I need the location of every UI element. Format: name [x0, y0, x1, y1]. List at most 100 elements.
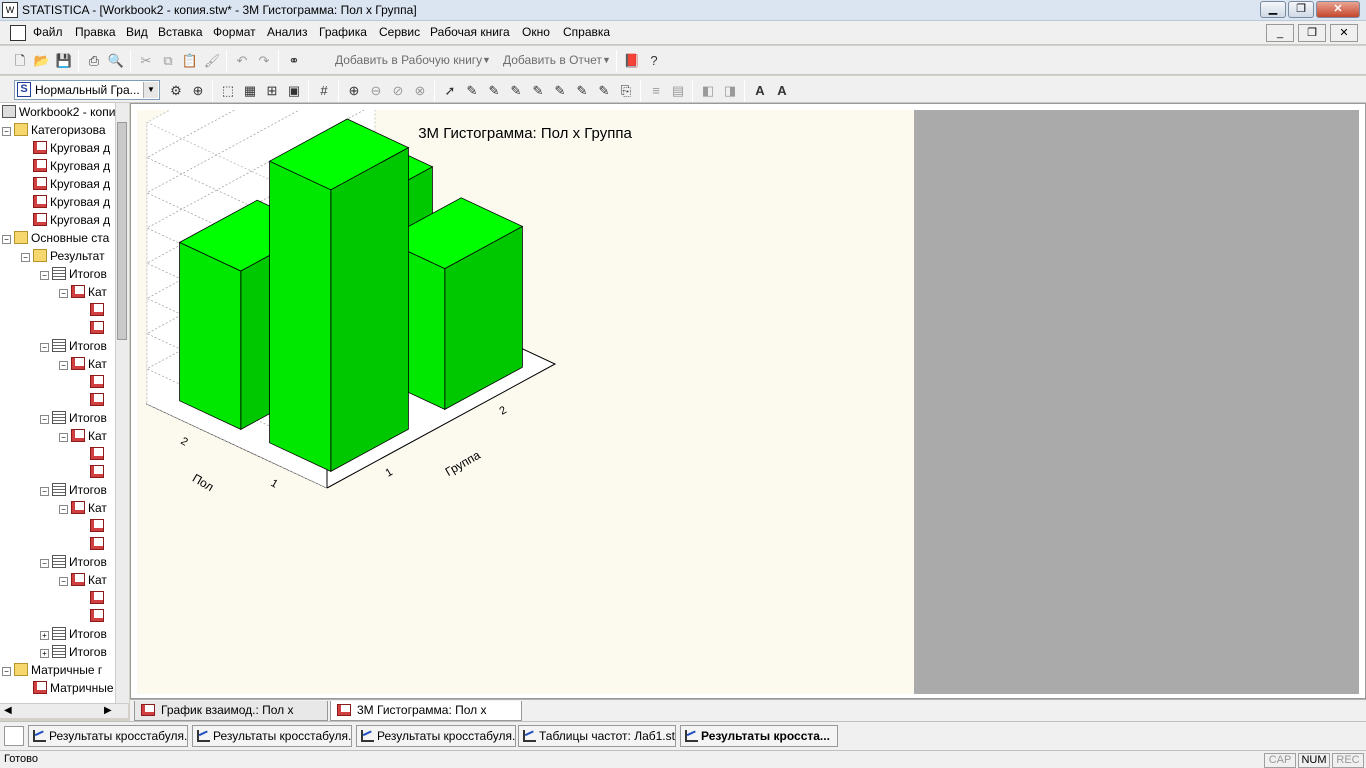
tree-node[interactable]: − Кат: [0, 355, 127, 373]
tree-node[interactable]: [0, 301, 127, 319]
tree-node[interactable]: [0, 319, 127, 337]
tree-node[interactable]: − Основные ста: [0, 229, 127, 247]
collapse-icon[interactable]: −: [59, 505, 68, 514]
zoom-out-icon[interactable]: ⊖: [366, 81, 386, 101]
tree-node[interactable]: [0, 391, 127, 409]
tree-node[interactable]: − Итогов: [0, 409, 127, 427]
add-to-workbook-button[interactable]: Добавить в Рабочую книгу: [335, 53, 482, 67]
bring-front-icon[interactable]: ◧: [698, 81, 718, 101]
tree-node[interactable]: [0, 607, 127, 625]
graph-options-icon[interactable]: ⚙: [166, 81, 186, 101]
collapse-icon[interactable]: −: [40, 271, 49, 280]
menu-item[interactable]: Вставка: [158, 25, 203, 39]
tree-node[interactable]: − Кат: [0, 283, 127, 301]
mdi-close-button[interactable]: ✕: [1330, 24, 1358, 42]
add-graph-icon[interactable]: ⊞: [262, 81, 282, 101]
tree-node[interactable]: + Итогов: [0, 643, 127, 661]
redo-icon[interactable]: ↷: [254, 51, 274, 71]
tree-node[interactable]: Workbook2 - копи: [0, 103, 127, 121]
zoom-reset-icon[interactable]: ⊘: [388, 81, 408, 101]
tree-node[interactable]: [0, 517, 127, 535]
taskbar-window-button[interactable]: Таблицы частот: Лаб1.st...: [518, 725, 676, 747]
mdi-restore-button[interactable]: ❐: [1298, 24, 1326, 42]
tree-node[interactable]: − Кат: [0, 427, 127, 445]
rect-tool-icon[interactable]: ✎: [528, 81, 548, 101]
menu-item[interactable]: Правка: [75, 25, 116, 39]
histogram-3d-chart[interactable]: 10203040506070Число набл.3М Гистограмма:…: [137, 0, 914, 694]
collapse-icon[interactable]: −: [40, 343, 49, 352]
paste-icon[interactable]: 📋: [180, 51, 200, 71]
maximize-button[interactable]: ❐: [1288, 1, 1314, 18]
zoom-in-icon[interactable]: ⊕: [344, 81, 364, 101]
minimize-button[interactable]: ▁: [1260, 1, 1286, 18]
collapse-icon[interactable]: −: [40, 487, 49, 496]
menu-item[interactable]: Файл: [33, 25, 63, 39]
tree-node[interactable]: − Матричные г: [0, 661, 127, 679]
graph-window-icon[interactable]: ▣: [284, 81, 304, 101]
collapse-icon[interactable]: −: [59, 361, 68, 370]
copy-icon[interactable]: ⧉: [158, 51, 178, 71]
tree-node[interactable]: − Итогов: [0, 337, 127, 355]
pointer-icon[interactable]: ➚: [440, 81, 460, 101]
embed-object-icon[interactable]: ⎘: [616, 81, 636, 101]
menu-item[interactable]: Графика: [319, 25, 367, 39]
arrow-tool-icon[interactable]: ✎: [506, 81, 526, 101]
tree-node[interactable]: − Результат: [0, 247, 127, 265]
menu-item[interactable]: Анализ: [267, 25, 308, 39]
print-preview-icon[interactable]: 🔍: [106, 51, 126, 71]
font-increase-icon[interactable]: A: [750, 81, 770, 101]
collapse-icon[interactable]: −: [2, 127, 11, 136]
tree-node[interactable]: Круговая д: [0, 139, 127, 157]
send-back-icon[interactable]: ◨: [720, 81, 740, 101]
chevron-down-icon[interactable]: ▼: [602, 55, 611, 65]
tree-horizontal-scrollbar[interactable]: ◀ ▶: [0, 703, 128, 718]
tab-interaction-graph[interactable]: График взаимод.: Пол х Группа: [134, 701, 328, 735]
tree-node[interactable]: [0, 373, 127, 391]
new-document-icon[interactable]: 🗋: [10, 51, 30, 71]
taskbar-window-button[interactable]: Результаты кросстабуля...: [356, 725, 516, 747]
menu-item[interactable]: Формат: [213, 25, 256, 39]
expand-icon[interactable]: +: [40, 631, 49, 640]
undo-icon[interactable]: ↶: [232, 51, 252, 71]
graph-window[interactable]: 10203040506070Число набл.3М Гистограмма:…: [137, 0, 914, 694]
add-to-report-button[interactable]: Добавить в Отчет: [503, 53, 602, 67]
find-binoculars-icon[interactable]: ⚭: [284, 51, 304, 71]
close-button[interactable]: ✕: [1316, 1, 1360, 18]
taskbar-window-button[interactable]: Результаты кросстабуля...: [28, 725, 188, 747]
ellipse-tool-icon[interactable]: ✎: [550, 81, 570, 101]
tree-node[interactable]: Круговая д: [0, 175, 127, 193]
mdi-minimize-button[interactable]: _: [1266, 24, 1294, 42]
tree-node[interactable]: − Кат: [0, 571, 127, 589]
brush-icon[interactable]: ⊗: [410, 81, 430, 101]
line-tool-icon[interactable]: ✎: [484, 81, 504, 101]
collapse-icon[interactable]: −: [40, 559, 49, 568]
line-style-icon[interactable]: ≡: [646, 81, 666, 101]
menu-item[interactable]: Сервис: [379, 25, 420, 39]
print-icon[interactable]: ⎙: [84, 51, 104, 71]
fill-pattern-icon[interactable]: ▤: [668, 81, 688, 101]
collapse-icon[interactable]: −: [59, 289, 68, 298]
open-folder-icon[interactable]: 📂: [32, 51, 52, 71]
tree-node[interactable]: − Итогов: [0, 553, 127, 571]
format-painter-icon[interactable]: 🖌: [202, 51, 222, 71]
tree-node[interactable]: + Итогов: [0, 625, 127, 643]
tree-node[interactable]: Круговая д: [0, 211, 127, 229]
menu-item[interactable]: Окно: [522, 25, 550, 39]
zoom-graph-icon[interactable]: ⊕: [188, 81, 208, 101]
collapse-icon[interactable]: −: [2, 667, 11, 676]
collapse-icon[interactable]: −: [21, 253, 30, 262]
collapse-icon[interactable]: −: [40, 415, 49, 424]
chevron-down-icon[interactable]: ▼: [143, 82, 158, 98]
menu-item[interactable]: Рабочая книга: [430, 25, 510, 39]
tree-node[interactable]: Матричные: [0, 679, 127, 697]
grid-icon[interactable]: #: [314, 81, 334, 101]
polygon-tool-icon[interactable]: ✎: [572, 81, 592, 101]
tree-node[interactable]: [0, 589, 127, 607]
expand-icon[interactable]: +: [40, 649, 49, 658]
select-area-icon[interactable]: ⬚: [218, 81, 238, 101]
tree-node[interactable]: − Итогов: [0, 481, 127, 499]
taskbar-window-button[interactable]: Результаты кросста...: [680, 725, 838, 747]
save-icon[interactable]: 💾: [54, 51, 74, 71]
statistica-app-icon[interactable]: W: [2, 2, 18, 18]
tree-node[interactable]: [0, 535, 127, 553]
